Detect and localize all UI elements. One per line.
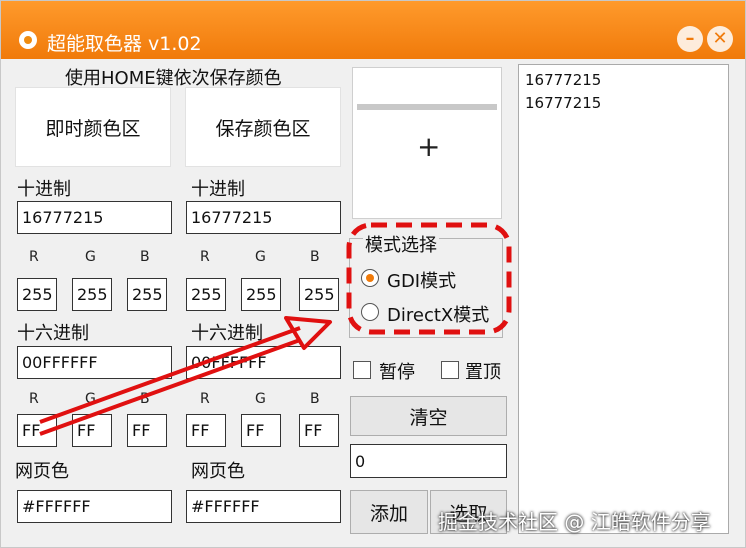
annotation-overlay: [39, 222, 512, 436]
arrow-line-upper: [39, 326, 301, 424]
watermark: 掘金技术社区 @ 江皓软件分享: [438, 510, 711, 534]
mode-highlight-outline: [346, 222, 512, 335]
arrow-line-lower: [39, 338, 301, 436]
